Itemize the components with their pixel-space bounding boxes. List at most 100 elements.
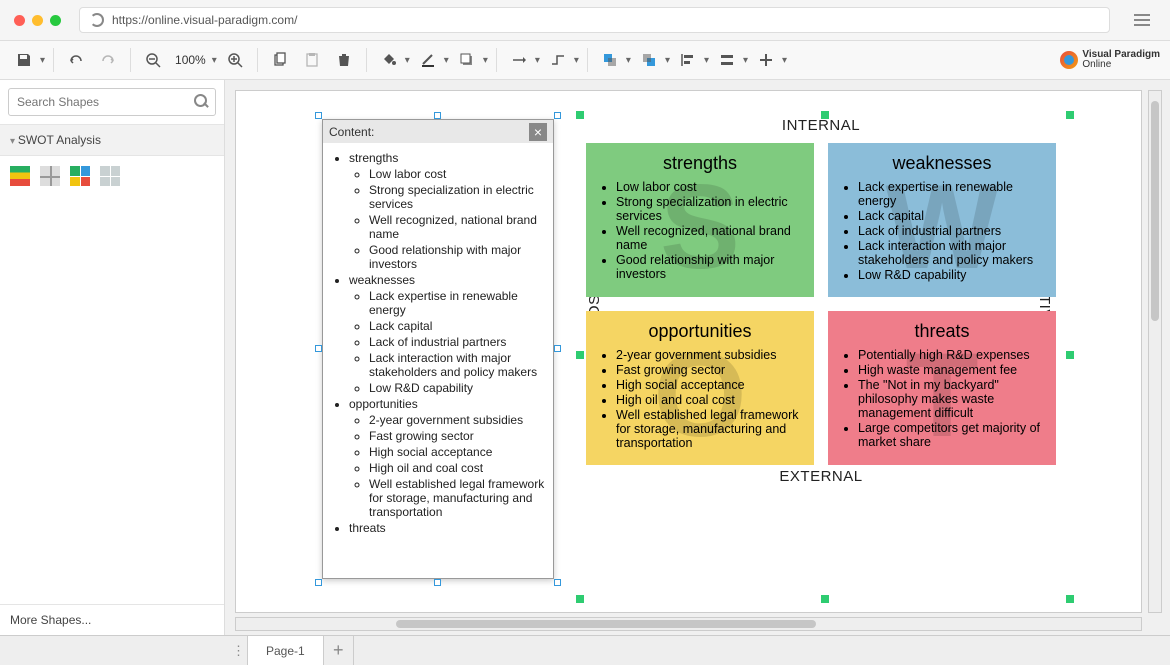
copy-button[interactable] bbox=[266, 46, 294, 74]
swot-diagram[interactable]: INTERNAL POSITIVE NEGATIVE S strengths L… bbox=[586, 117, 1056, 465]
add-page-button[interactable]: + bbox=[324, 636, 354, 665]
category-swot[interactable]: SWOT Analysis bbox=[0, 124, 224, 156]
dropdown-icon[interactable]: ▾ bbox=[40, 55, 45, 66]
content-section: weaknessesLack expertise in renewable en… bbox=[349, 273, 549, 395]
content-editor-body[interactable]: strengthsLow labor costStrong specializa… bbox=[323, 143, 553, 578]
axis-internal: INTERNAL bbox=[586, 117, 1056, 134]
canvas[interactable]: Content: × strengthsLow labor costStrong… bbox=[235, 90, 1142, 613]
horizontal-scrollbar[interactable] bbox=[235, 617, 1142, 631]
dropdown-icon[interactable]: ▾ bbox=[444, 55, 449, 66]
more-shapes-button[interactable]: More Shapes... bbox=[0, 604, 224, 635]
content-item: Lack of industrial partners bbox=[369, 335, 549, 349]
quadrant-weaknesses[interactable]: W weaknesses Lack expertise in renewable… bbox=[828, 143, 1056, 297]
page-tab-1[interactable]: Page-1 bbox=[248, 636, 324, 665]
maximize-window-icon[interactable] bbox=[50, 15, 61, 26]
shape-swot-grid-gray[interactable] bbox=[100, 166, 120, 186]
redo-button[interactable] bbox=[94, 46, 122, 74]
dropdown-icon[interactable]: ▾ bbox=[483, 55, 488, 66]
brand-name-2: Online bbox=[1082, 60, 1160, 70]
line-color-button[interactable] bbox=[414, 46, 442, 74]
shadow-button[interactable] bbox=[453, 46, 481, 74]
content-item: Strong specialization in electric servic… bbox=[369, 183, 549, 211]
url-bar[interactable]: https://online.visual-paradigm.com/ bbox=[79, 7, 1110, 33]
connector-button[interactable] bbox=[505, 46, 533, 74]
close-window-icon[interactable] bbox=[14, 15, 25, 26]
content-item: Fast growing sector bbox=[369, 429, 549, 443]
quadrant-title: opportunities bbox=[598, 321, 802, 342]
page-tabs: ⋮ Page-1 + bbox=[0, 635, 1170, 665]
dropdown-icon[interactable]: ▾ bbox=[704, 55, 709, 66]
vertical-scrollbar[interactable] bbox=[1148, 90, 1162, 613]
reload-icon[interactable] bbox=[90, 13, 104, 27]
minimize-window-icon[interactable] bbox=[32, 15, 43, 26]
zoom-level[interactable]: 100% bbox=[171, 53, 210, 67]
list-item: Strong specialization in electric servic… bbox=[616, 195, 802, 223]
delete-button[interactable] bbox=[330, 46, 358, 74]
add-button[interactable] bbox=[752, 46, 780, 74]
search-icon[interactable] bbox=[194, 94, 208, 108]
browser-bar: https://online.visual-paradigm.com/ bbox=[0, 0, 1170, 40]
paste-button[interactable] bbox=[298, 46, 326, 74]
to-front-button[interactable] bbox=[596, 46, 624, 74]
quadrant-opportunities[interactable]: O opportunities 2-year government subsid… bbox=[586, 311, 814, 465]
zoom-in-button[interactable] bbox=[221, 46, 249, 74]
dropdown-icon[interactable]: ▾ bbox=[782, 55, 787, 66]
list-item: Fast growing sector bbox=[616, 363, 802, 377]
align-button[interactable] bbox=[674, 46, 702, 74]
dropdown-icon[interactable]: ▾ bbox=[665, 55, 670, 66]
canvas-viewport: Content: × strengthsLow labor costStrong… bbox=[225, 80, 1170, 635]
selection-handle[interactable] bbox=[1066, 111, 1074, 119]
selection-handle[interactable] bbox=[1066, 351, 1074, 359]
content-item: Well established legal framework for sto… bbox=[369, 477, 549, 519]
close-icon[interactable]: × bbox=[529, 123, 547, 141]
shape-swot-rows[interactable] bbox=[10, 166, 30, 186]
quadrant-threats[interactable]: T threats Potentially high R&D expensesH… bbox=[828, 311, 1056, 465]
content-section: opportunities2-year government subsidies… bbox=[349, 397, 549, 519]
search-shapes-input[interactable] bbox=[8, 88, 216, 116]
list-item: Lack capital bbox=[858, 209, 1044, 223]
dropdown-icon[interactable]: ▾ bbox=[535, 55, 540, 66]
list-item: Large competitors get majority of market… bbox=[858, 421, 1044, 449]
list-item: Potentially high R&D expenses bbox=[858, 348, 1044, 362]
zoom-out-button[interactable] bbox=[139, 46, 167, 74]
content-editor-header: Content: × bbox=[323, 120, 553, 143]
content-item: 2-year government subsidies bbox=[369, 413, 549, 427]
content-item: Lack interaction with major stakeholders… bbox=[369, 351, 549, 379]
selection-handle[interactable] bbox=[1066, 595, 1074, 603]
shape-swot-grid-color[interactable] bbox=[70, 166, 90, 186]
selection-handle[interactable] bbox=[821, 595, 829, 603]
selection-handle[interactable] bbox=[576, 111, 584, 119]
undo-button[interactable] bbox=[62, 46, 90, 74]
fill-color-button[interactable] bbox=[375, 46, 403, 74]
quadrant-title: weaknesses bbox=[840, 153, 1044, 174]
content-editor-panel[interactable]: Content: × strengthsLow labor costStrong… bbox=[322, 119, 554, 579]
content-item: Good relationship with major investors bbox=[369, 243, 549, 271]
url-text: https://online.visual-paradigm.com/ bbox=[112, 13, 297, 27]
dropdown-icon[interactable]: ▾ bbox=[212, 55, 217, 66]
content-section: threats bbox=[349, 521, 549, 535]
waypoint-button[interactable] bbox=[544, 46, 572, 74]
tab-grip-icon[interactable]: ⋮ bbox=[230, 636, 248, 665]
brand-logo[interactable]: Visual Paradigm Online bbox=[1060, 50, 1160, 70]
to-back-button[interactable] bbox=[635, 46, 663, 74]
list-item: Lack expertise in renewable energy bbox=[858, 180, 1044, 208]
selection-handle[interactable] bbox=[576, 351, 584, 359]
menu-button[interactable] bbox=[1128, 8, 1156, 32]
quadrant-strengths[interactable]: S strengths Low labor costStrong special… bbox=[586, 143, 814, 297]
dropdown-icon[interactable]: ▾ bbox=[574, 55, 579, 66]
selection-handle[interactable] bbox=[576, 595, 584, 603]
save-button[interactable] bbox=[10, 46, 38, 74]
content-item: Well recognized, national brand name bbox=[369, 213, 549, 241]
shapes-panel: SWOT Analysis More Shapes... bbox=[0, 80, 225, 635]
shape-swot-cross[interactable] bbox=[40, 166, 60, 186]
list-item: High waste management fee bbox=[858, 363, 1044, 377]
list-item: Lack interaction with major stakeholders… bbox=[858, 239, 1044, 267]
distribute-button[interactable] bbox=[713, 46, 741, 74]
dropdown-icon[interactable]: ▾ bbox=[405, 55, 410, 66]
dropdown-icon[interactable]: ▾ bbox=[743, 55, 748, 66]
content-section: strengthsLow labor costStrong specializa… bbox=[349, 151, 549, 271]
brand-logo-icon bbox=[1060, 51, 1078, 69]
dropdown-icon[interactable]: ▾ bbox=[626, 55, 631, 66]
quadrant-title: strengths bbox=[598, 153, 802, 174]
list-item: Good relationship with major investors bbox=[616, 253, 802, 281]
